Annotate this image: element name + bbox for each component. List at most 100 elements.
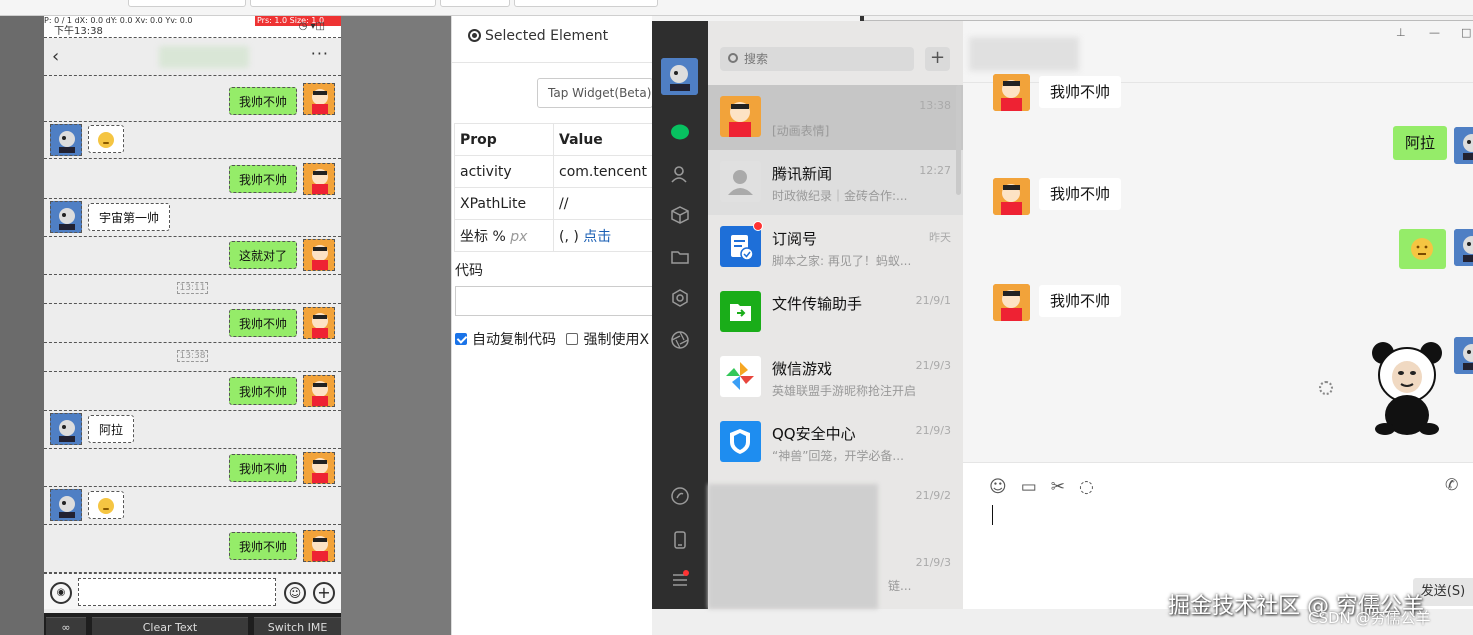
- plus-icon[interactable]: +: [313, 582, 335, 604]
- scissors-icon[interactable]: ✂: [1051, 477, 1065, 497]
- avatar[interactable]: [303, 530, 335, 562]
- avatar[interactable]: [303, 83, 335, 115]
- message-bubble-sent[interactable]: 我帅不帅: [228, 377, 297, 405]
- chat-list-item[interactable]: QQ安全中心 “神兽”回笼，开学必备... 21/9/3: [708, 410, 963, 475]
- toolbar-field[interactable]: [128, 0, 246, 7]
- chat-bubble-icon[interactable]: ◌: [1079, 477, 1094, 497]
- device-frame-right: [341, 16, 451, 635]
- add-chat-button[interactable]: +: [925, 47, 950, 71]
- text-caret[interactable]: [992, 505, 993, 525]
- chat-row: [44, 487, 341, 525]
- avatar[interactable]: [993, 178, 1030, 215]
- back-icon[interactable]: ‹: [52, 46, 59, 67]
- favorites-icon[interactable]: [670, 205, 690, 225]
- table-row: activity com.tencent: [454, 155, 653, 188]
- message-input[interactable]: [78, 578, 276, 606]
- maximize-icon[interactable]: □: [1461, 26, 1471, 39]
- avatar[interactable]: [50, 201, 82, 233]
- avatar[interactable]: [1454, 127, 1473, 164]
- chat-list-scrollbar[interactable]: [956, 85, 961, 195]
- infinity-icon[interactable]: ∞: [46, 617, 86, 635]
- chat-list: 搜索 + [动画表情] 13:38 腾讯新闻 时政微纪录｜金砖合作:... 12…: [708, 21, 963, 609]
- chat-row: 我帅不帅: [44, 159, 341, 199]
- message-bubble-emoji[interactable]: [88, 491, 124, 519]
- moments-icon[interactable]: [670, 288, 690, 308]
- chat-row: 我帅不帅: [44, 372, 341, 411]
- message-bubble-sent[interactable]: 这就对了: [228, 241, 297, 269]
- menu-icon[interactable]: [670, 570, 690, 590]
- message-bubble-emoji[interactable]: [1399, 229, 1446, 269]
- message-bubble-sent[interactable]: 我帅不帅: [228, 454, 297, 482]
- message-bubble-received[interactable]: 我帅不帅: [1039, 76, 1122, 108]
- panda-sticker-icon[interactable]: [1371, 339, 1443, 439]
- phone-icon[interactable]: [670, 530, 690, 550]
- message-bubble-emoji[interactable]: [88, 125, 124, 153]
- chat-list-item[interactable]: 链... 21/9/3: [708, 540, 963, 605]
- folder-icon[interactable]: ▭: [1021, 477, 1037, 497]
- avatar[interactable]: [303, 163, 335, 195]
- force-xpath-checkbox[interactable]: [566, 333, 579, 345]
- chat-list-item[interactable]: 文件传输助手 21/9/1: [708, 280, 963, 345]
- contacts-icon[interactable]: [670, 164, 690, 184]
- timestamp-text: 13:38: [176, 350, 209, 362]
- avatar[interactable]: [993, 74, 1030, 111]
- chat-list-item[interactable]: [动画表情] 13:38: [708, 85, 963, 150]
- avatar-image: [304, 240, 334, 270]
- chat-list-item[interactable]: 21/9/2: [708, 475, 963, 540]
- avatar[interactable]: [303, 307, 335, 339]
- avatar[interactable]: [303, 375, 335, 407]
- minimize-icon[interactable]: —: [1429, 26, 1440, 39]
- emoji-icon[interactable]: ☺: [989, 477, 1007, 497]
- prop-name: XPathLite: [454, 187, 554, 220]
- my-avatar[interactable]: [661, 58, 698, 95]
- message-bubble-sent[interactable]: 我帅不帅: [228, 165, 297, 193]
- pin-icon[interactable]: ⊥: [1396, 26, 1406, 39]
- mini-program-icon[interactable]: [670, 486, 690, 506]
- wechat-nav-bar: [652, 21, 708, 609]
- toolbar-field[interactable]: [514, 0, 658, 7]
- toolbar-field[interactable]: [250, 0, 436, 7]
- code-input[interactable]: [455, 286, 653, 316]
- avatar[interactable]: [1454, 337, 1473, 374]
- tap-widget-button[interactable]: Tap Widget(Beta): [537, 78, 653, 108]
- message-bubble-sent[interactable]: 我帅不帅: [228, 532, 297, 560]
- file-transfer-icon: [720, 291, 761, 332]
- avatar[interactable]: [303, 239, 335, 271]
- voice-icon[interactable]: ◉: [50, 582, 72, 604]
- switch-ime-button[interactable]: Switch IME: [254, 617, 341, 635]
- chat-list-item[interactable]: 订阅号 脚本之家: 再见了！蚂蚁... 昨天: [708, 215, 963, 280]
- avatar[interactable]: [50, 413, 82, 445]
- chat-list-item[interactable]: 腾讯新闻 时政微纪录｜金砖合作:... 12:27: [708, 150, 963, 215]
- message-bubble-sent[interactable]: 我帅不帅: [228, 87, 297, 115]
- message-bubble-received[interactable]: 阿拉: [88, 415, 135, 443]
- message-bubble-received[interactable]: 我帅不帅: [1039, 285, 1122, 317]
- chat-icon[interactable]: [670, 122, 690, 142]
- message-bubble-sent[interactable]: 我帅不帅: [228, 309, 297, 337]
- click-link[interactable]: 点击: [583, 229, 611, 245]
- avatar[interactable]: [50, 489, 82, 521]
- emoji-icon[interactable]: ☺: [284, 582, 306, 604]
- emoji-icon: [98, 132, 114, 148]
- chat-name: 订阅号: [772, 230, 818, 248]
- avatar[interactable]: [993, 284, 1030, 321]
- prop-value[interactable]: //: [553, 187, 653, 220]
- toolbar-field[interactable]: [440, 0, 510, 7]
- avatar[interactable]: [1454, 229, 1473, 266]
- more-icon[interactable]: ···: [311, 44, 329, 63]
- aperture-icon[interactable]: [670, 330, 690, 350]
- avatar[interactable]: [50, 124, 82, 156]
- folder-icon[interactable]: [670, 247, 690, 267]
- chat-time: 12:27: [919, 164, 951, 177]
- message-bubble-received[interactable]: 宇宙第一帅: [88, 203, 171, 231]
- message-bubble-received[interactable]: 我帅不帅: [1039, 178, 1122, 210]
- avatar[interactable]: [303, 452, 335, 484]
- avatar: [720, 421, 761, 462]
- search-input[interactable]: 搜索: [720, 47, 914, 71]
- chat-time: 21/9/3: [915, 359, 951, 372]
- auto-copy-checkbox[interactable]: [455, 333, 467, 345]
- chat-list-item[interactable]: 微信游戏 英雄联盟手游昵称抢注开启 21/9/3: [708, 345, 963, 410]
- prop-value[interactable]: com.tencent: [553, 155, 653, 188]
- clear-text-button[interactable]: Clear Text: [92, 617, 248, 635]
- message-bubble-sent[interactable]: 阿拉: [1393, 126, 1448, 160]
- phone-call-icon[interactable]: ✆: [1445, 475, 1458, 494]
